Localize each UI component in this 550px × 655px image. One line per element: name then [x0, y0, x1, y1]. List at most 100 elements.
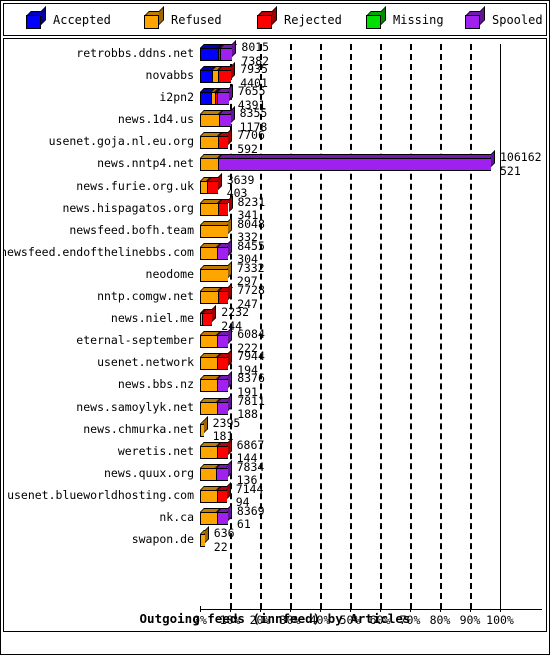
bar-segment-rejected: [216, 489, 227, 503]
value-total: 106162: [500, 150, 542, 165]
category-label: news.niel.me: [110, 311, 194, 326]
legend-item-refused: Refused: [144, 6, 222, 31]
legend-item-label: Accepted: [53, 13, 111, 27]
legend-item-label: Spooled: [492, 13, 543, 27]
bar-container: 8015 7382: [200, 40, 546, 66]
bar-segment-spooled: [217, 379, 229, 393]
bar-segment-accepted: [200, 92, 211, 106]
bar-row: news.hispagatos.org 8231 341: [4, 194, 546, 221]
bar-row: nntp.comgw.net 7728 247: [4, 283, 546, 309]
plot-area: retrobbs.ddns.net 8015 7382 novabbs 7935 4401…: [3, 38, 547, 632]
value-total: 7706: [237, 128, 265, 143]
bar-container: 7944 194: [200, 349, 546, 375]
bar-segment-rejected: [217, 357, 229, 371]
bar-container: 6867 144: [200, 437, 546, 464]
bar-segment-spooled: [217, 401, 229, 415]
legend-item-rejected: Rejected: [257, 6, 342, 31]
bar-segment-accepted: [200, 48, 218, 61]
bar-segment-refused: [200, 401, 218, 415]
bar-row: news.samoylyk.net 7811 188: [4, 393, 546, 420]
bar-container: 3639 403: [200, 172, 546, 199]
value-total: 7944: [237, 349, 265, 364]
bar-end-cap: [228, 194, 233, 212]
category-label: news.furie.org.uk: [76, 178, 194, 193]
bar-end-cap: [228, 283, 233, 301]
bar-row: news.bbs.nz 8376 191: [4, 371, 546, 397]
bar-end-cap: [217, 172, 222, 190]
bar-row: neodome 7332 297: [4, 260, 546, 287]
bar-segment-spooled: [216, 92, 229, 106]
bar-row: newsfeed.bofh.team 8048 332: [4, 216, 546, 243]
category-label: usenet.network: [97, 355, 194, 370]
bar-container: 8455 304: [200, 238, 546, 265]
category-label: news.1d4.us: [117, 112, 194, 127]
legend-item-missing: Missing: [366, 6, 444, 31]
cube-icon: [465, 6, 485, 29]
value-total: 8015: [241, 40, 270, 54]
bar-segment-spooled: [218, 114, 231, 128]
category-label: news.hispagatos.org: [62, 200, 194, 215]
bar-end-cap: [204, 526, 209, 544]
value-total: 8369: [236, 503, 265, 518]
category-label: i2pn2: [159, 90, 194, 105]
category-label: nk.ca: [159, 509, 194, 524]
bar-row: novabbs 7935 4401: [4, 62, 546, 88]
category-label: novabbs: [145, 68, 194, 83]
value-total: 6867: [236, 437, 265, 452]
bar-segment-rejected: [217, 202, 229, 216]
value-secondary: 22: [213, 539, 228, 554]
cube-icon: [366, 6, 386, 29]
bar-end-cap: [228, 216, 233, 234]
bar-segment-top: [218, 154, 495, 159]
bar-end-cap: [230, 106, 235, 124]
bar-end-cap: [231, 62, 236, 80]
value-total: 2395: [212, 415, 241, 430]
value-total: 636: [213, 526, 235, 541]
bar-segment-refused: [200, 445, 217, 459]
bar-end-cap: [227, 459, 232, 477]
value-total: 7811: [237, 393, 265, 408]
bar-container: 7332 297: [200, 260, 546, 287]
bar-row: i2pn2 7655 4391: [4, 84, 546, 110]
bar-container: 7655 4391: [200, 84, 546, 110]
category-label: newsfeed.endofthelinebbs.com: [3, 244, 194, 259]
bar-segment-rejected: [216, 445, 228, 459]
bar-row: news.furie.org.uk 3639 403: [4, 172, 546, 199]
bar-row: swapon.de 636 22: [4, 526, 546, 553]
category-label: newsfeed.bofh.team: [69, 222, 194, 237]
bar-row: news.niel.me 2232 244: [4, 305, 546, 331]
bar-row: usenet.goja.nl.eu.org 7706 592: [4, 128, 546, 154]
bar-segment-rejected: [206, 180, 218, 194]
bar-container: 8048 332: [200, 216, 546, 243]
bar-segment-spooled: [216, 511, 228, 525]
bar-segment-accepted: [200, 70, 212, 84]
legend-item-accepted: Accepted: [26, 6, 111, 31]
cube-icon: [144, 6, 164, 29]
bar-segment-spooled: [219, 48, 233, 61]
bar-end-cap: [228, 128, 233, 146]
category-label: news.chmurka.net: [83, 421, 194, 436]
category-label: neodome: [145, 266, 194, 281]
bar-end-cap: [203, 415, 208, 433]
bar-segment-rejected: [217, 291, 229, 305]
chart-legend: Accepted Refused Rejected Missing Spooled: [3, 3, 547, 36]
bar-end-cap: [228, 393, 233, 411]
category-label: nntp.comgw.net: [97, 289, 194, 304]
bar-end-cap: [228, 371, 233, 389]
bar-container: 6084 222: [200, 327, 546, 353]
category-label: news.bbs.nz: [117, 377, 194, 392]
bar-row: retrobbs.ddns.net 8015 7382: [4, 40, 546, 66]
category-label: news.nntp4.net: [97, 156, 194, 171]
cube-icon: [257, 6, 277, 29]
value-total: 7834: [236, 459, 265, 474]
category-label: eternal-september: [76, 333, 194, 348]
bar-end-cap: [232, 40, 237, 57]
bar-segment-refused: [200, 291, 218, 305]
value-total: 8048: [237, 216, 265, 231]
value-total: 8231: [237, 194, 266, 209]
category-label: swapon.de: [131, 532, 194, 547]
value-total: 7655: [237, 84, 266, 99]
category-label: retrobbs.ddns.net: [76, 46, 194, 60]
bar-value-labels: 636 22: [214, 528, 235, 553]
bar-container: 7706 592: [200, 128, 546, 154]
